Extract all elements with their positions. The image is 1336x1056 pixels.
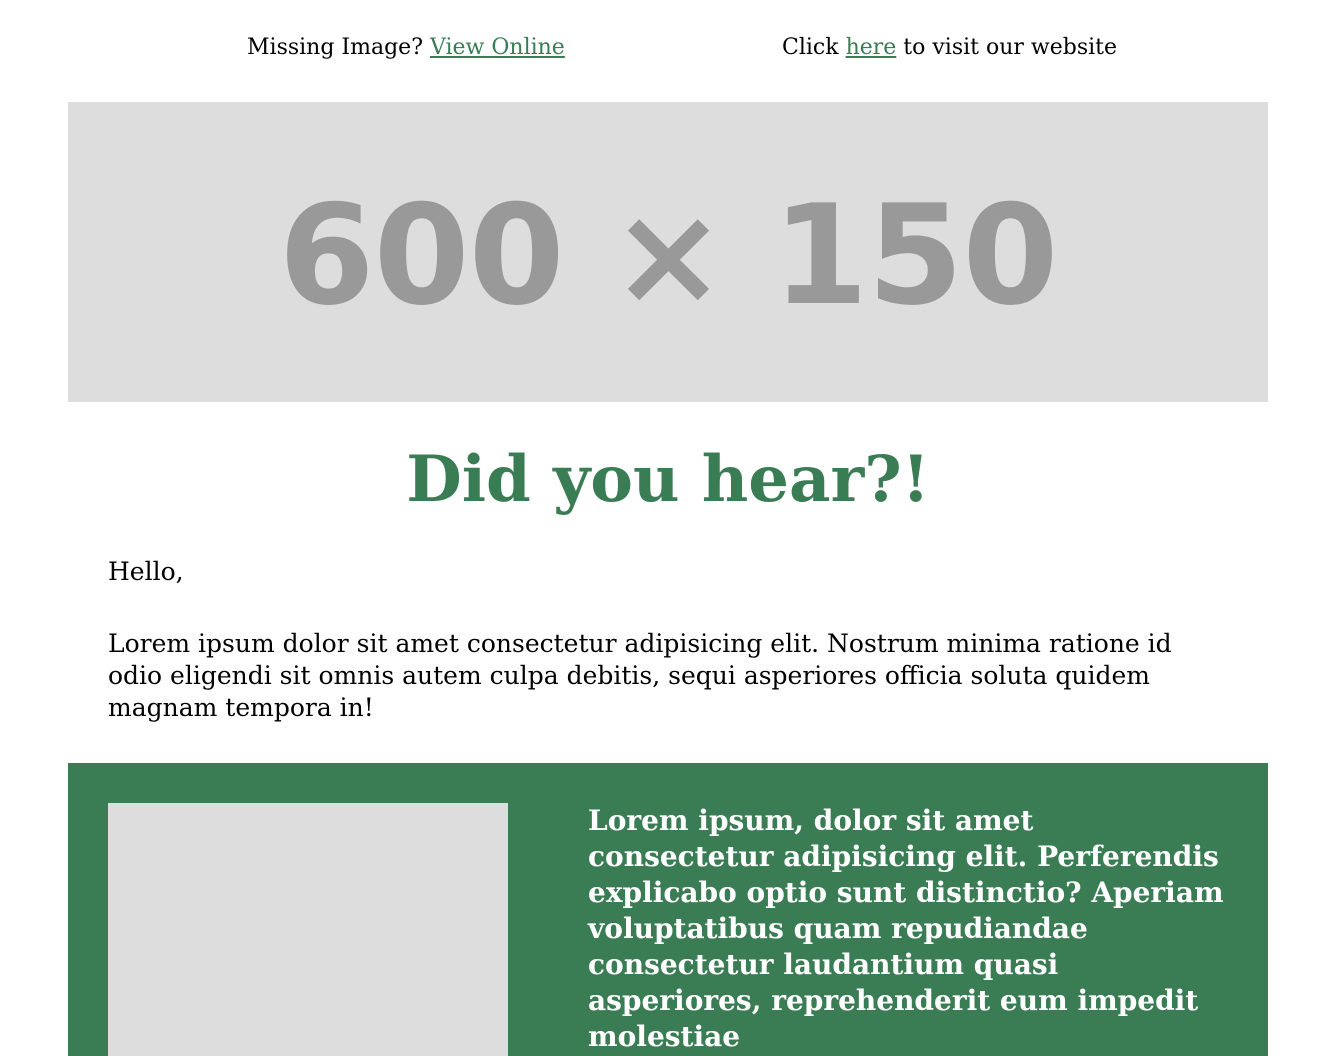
hero-image-placeholder: 600 × 150 xyxy=(68,102,1268,402)
visit-website-text: to visit our website xyxy=(896,35,1118,60)
website-link-cell: Click here to visit our website xyxy=(782,33,1117,63)
body-paragraph: Lorem ipsum dolor sit amet consectetur a… xyxy=(108,629,1172,722)
feature-text: Lorem ipsum, dolor sit amet consectetur … xyxy=(588,804,1224,1053)
feature-section: Lorem ipsum, dolor sit amet consectetur … xyxy=(68,763,1268,1056)
greeting: Hello, xyxy=(108,557,184,586)
feature-image-placeholder xyxy=(108,803,508,1056)
view-online-cell: Missing Image? View Online xyxy=(247,33,565,63)
website-here-link[interactable]: here xyxy=(846,35,897,60)
hero-placeholder-label: 600 × 150 xyxy=(278,175,1059,336)
headline: Did you hear?! xyxy=(406,442,930,517)
click-text: Click xyxy=(782,35,846,60)
missing-image-text: Missing Image? xyxy=(247,35,430,60)
email-preheader: Missing Image? View Online Click here to… xyxy=(0,0,1336,96)
view-online-link[interactable]: View Online xyxy=(430,35,565,60)
